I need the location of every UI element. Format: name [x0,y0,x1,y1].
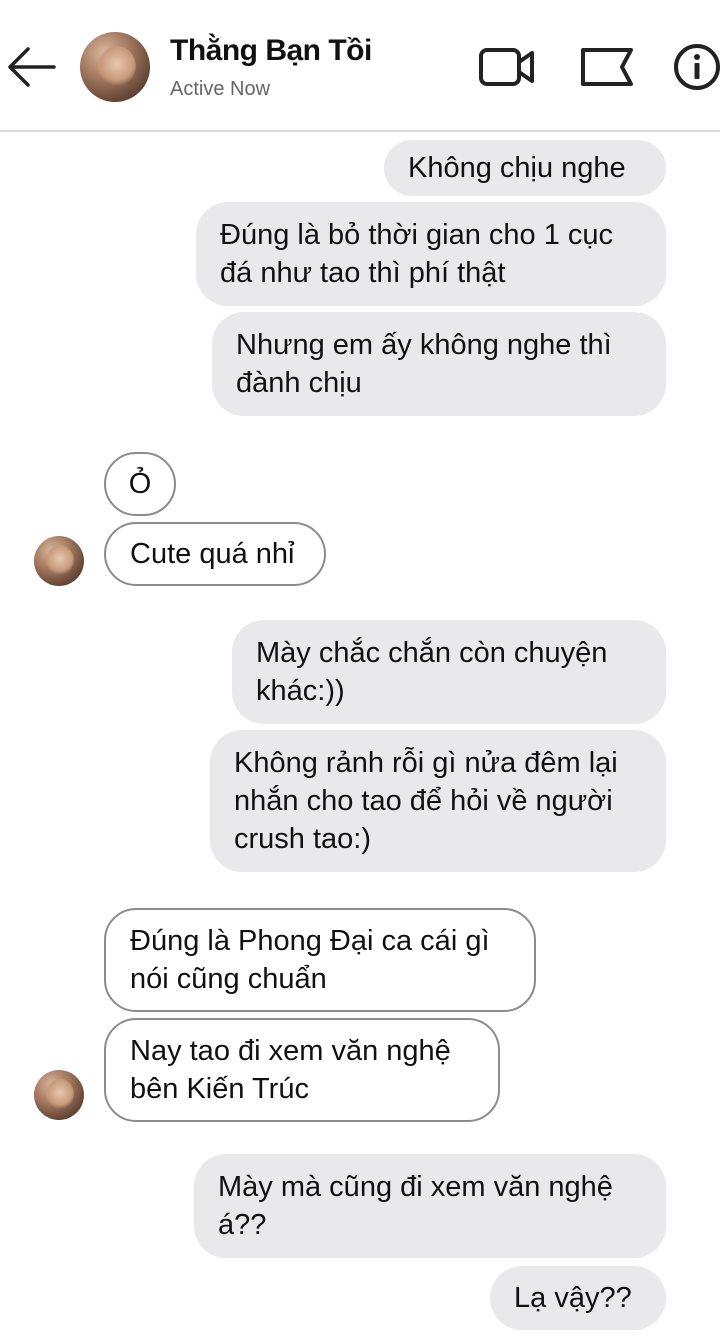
message-bubble-outgoing[interactable]: Nhưng em ấy không nghe thì đành chịu [212,312,666,416]
message-bubble-incoming[interactable]: Ỏ [104,452,176,516]
contact-avatar[interactable] [80,32,150,102]
message-bubble-incoming[interactable]: Cute quá nhỉ [104,522,326,586]
message-bubble-incoming[interactable]: Nay tao đi xem văn nghệ bên Kiến Trúc [104,1018,500,1122]
flag-icon[interactable] [578,42,636,92]
message-bubble-incoming[interactable]: Đúng là Phong Đại ca cái gì nói cũng chu… [104,908,536,1012]
message-bubble-outgoing[interactable]: Không chịu nghe [384,140,666,196]
message-thread[interactable]: Không chịu nghe Đúng là bỏ thời gian cho… [0,130,720,1344]
chat-header: Thằng Bạn Tồi Active Now [0,0,720,132]
message-bubble-outgoing[interactable]: Đúng là bỏ thời gian cho 1 cục đá như ta… [196,202,666,306]
active-status: Active Now [170,78,271,100]
contact-avatar-small[interactable] [34,1070,84,1120]
info-icon[interactable] [672,42,720,92]
contact-name[interactable]: Thằng Bạn Tồi [170,34,372,68]
video-call-icon[interactable] [478,42,536,92]
contact-avatar-small[interactable] [34,536,84,586]
message-bubble-outgoing[interactable]: Mày chắc chắn còn chuyện khác:)) [232,620,666,724]
message-bubble-outgoing[interactable]: Mày mà cũng đi xem văn nghệ á?? [194,1154,666,1258]
back-arrow-icon[interactable] [4,40,58,94]
message-bubble-outgoing[interactable]: Không rảnh rỗi gì nửa đêm lại nhắn cho t… [210,730,666,872]
message-bubble-outgoing[interactable]: Lạ vậy?? [490,1266,666,1330]
